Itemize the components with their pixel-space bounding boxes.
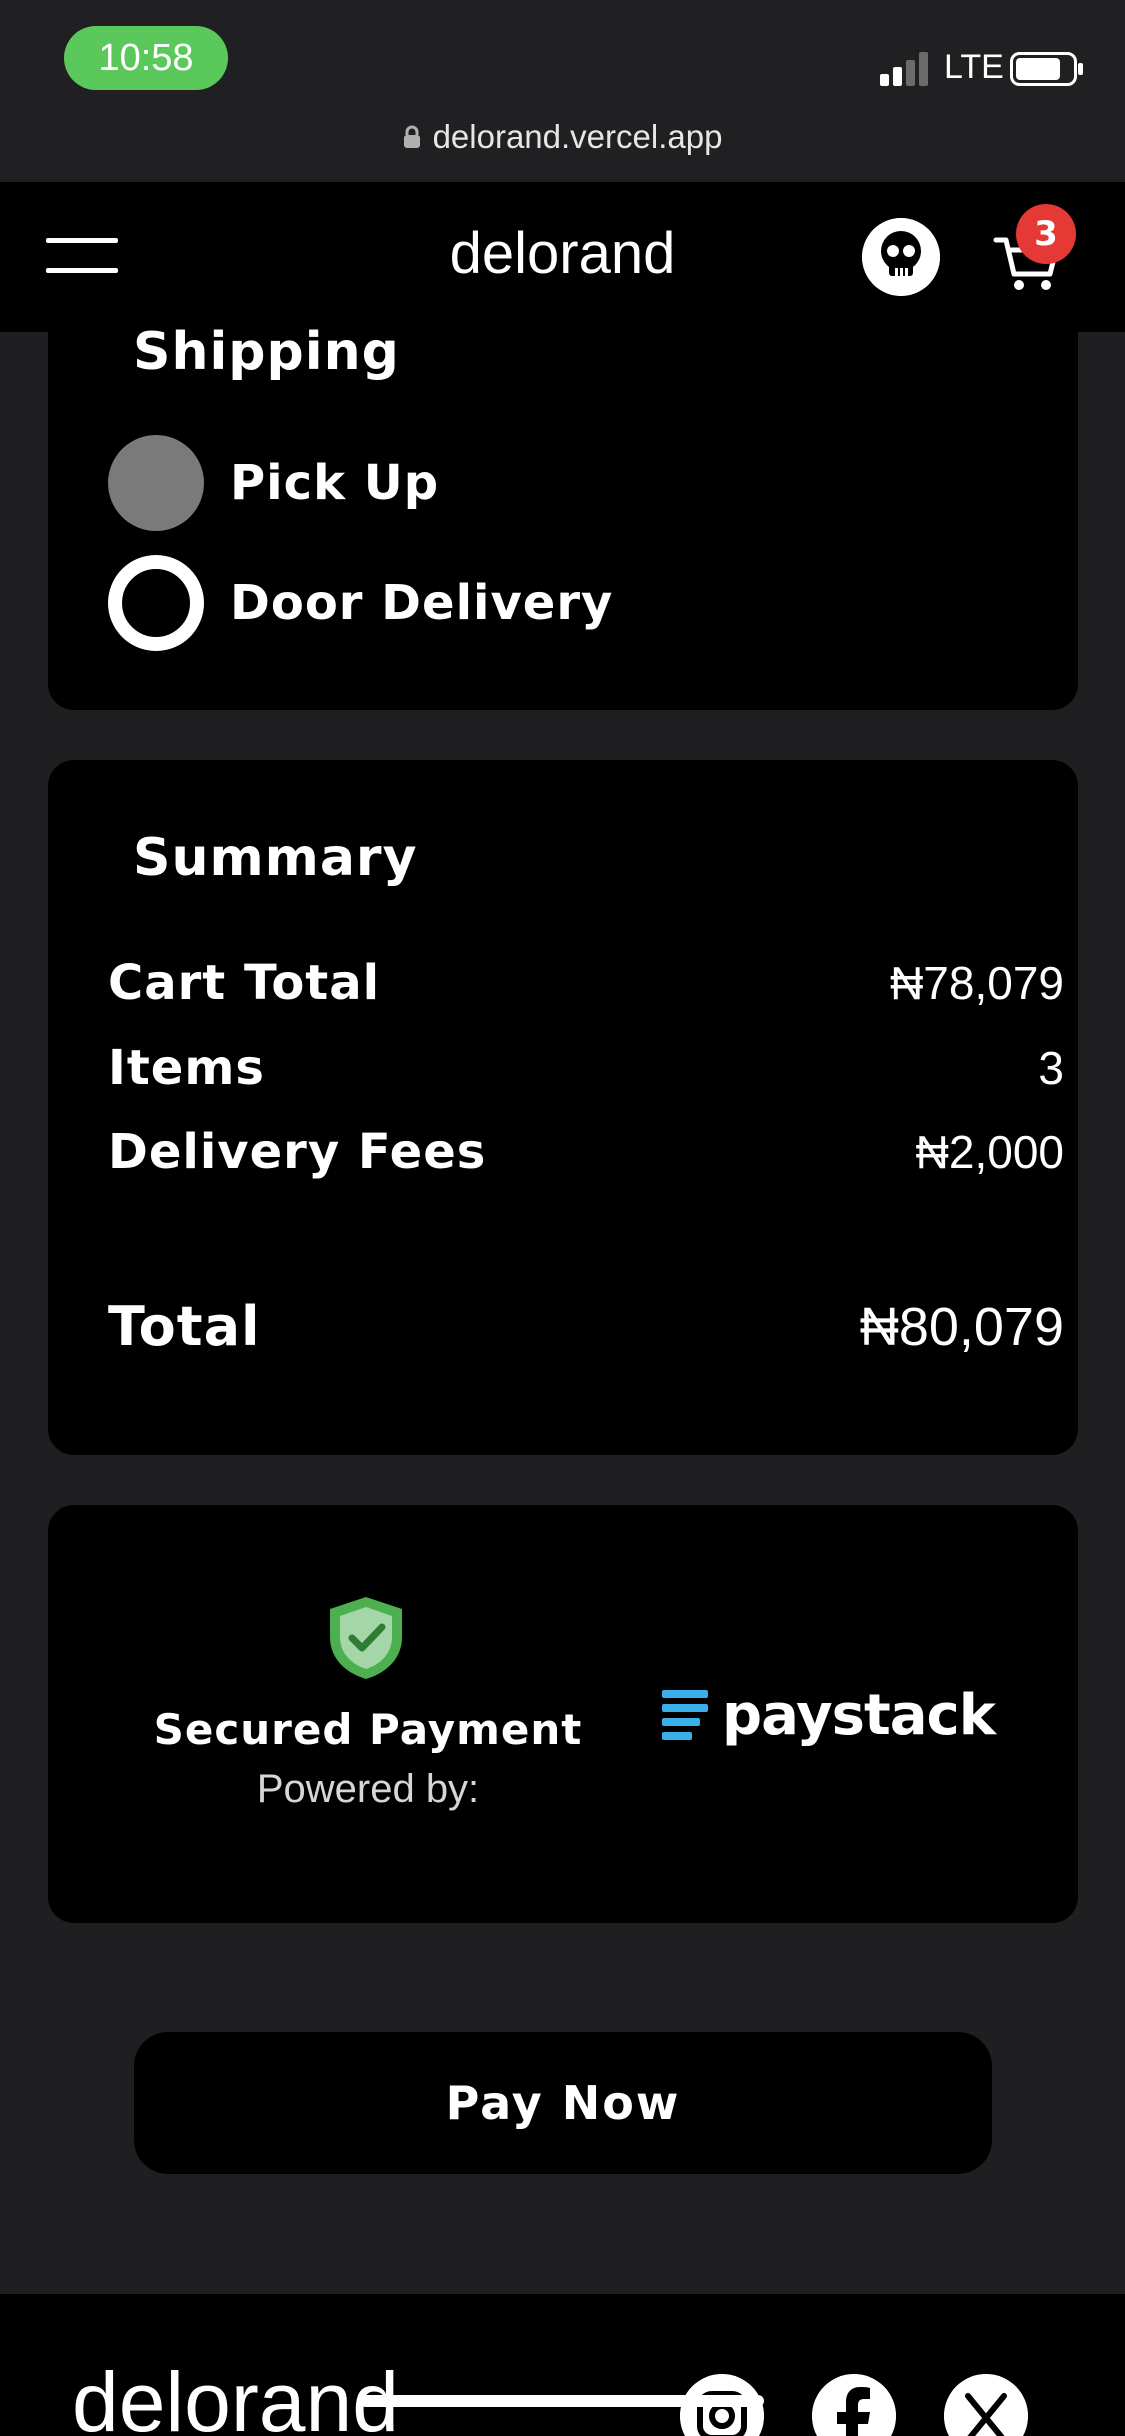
secured-payment-label: Secured Payment xyxy=(153,1705,583,1754)
footer: delorand xyxy=(0,2294,1125,2436)
powered-by-label: Powered by: xyxy=(256,1767,480,1811)
shipping-option-label: Pick Up xyxy=(230,455,440,511)
pay-now-button[interactable]: Pay Now xyxy=(134,2032,992,2174)
paystack-mark-icon xyxy=(662,1689,708,1740)
radio-unselected-icon[interactable] xyxy=(108,555,204,651)
address-bar[interactable]: delorand.vercel.app xyxy=(0,112,1125,162)
shipping-option-door-delivery[interactable]: Door Delivery xyxy=(108,555,613,651)
x-icon[interactable] xyxy=(944,2374,1028,2436)
status-time: 10:58 xyxy=(64,26,228,90)
summary-value: 3 xyxy=(1038,1042,1064,1094)
battery-icon xyxy=(1010,52,1083,86)
shield-check-icon xyxy=(330,1597,402,1679)
paystack-logo: paystack xyxy=(662,1683,996,1748)
total-value: ₦80,079 xyxy=(859,1296,1064,1357)
brand-logo[interactable]: delorand xyxy=(0,220,1125,287)
network-type: LTE xyxy=(944,48,1004,86)
summary-row-items: Items 3 xyxy=(108,1040,1064,1096)
status-bar: 10:58 LTE delorand.vercel.app xyxy=(0,0,1125,180)
url-text: delorand.vercel.app xyxy=(432,118,723,155)
summary-label: Cart Total xyxy=(108,955,381,1011)
total-label: Total xyxy=(108,1295,261,1358)
paystack-wordmark: paystack xyxy=(722,1683,996,1748)
summary-row-total: Total ₦80,079 xyxy=(108,1295,1064,1358)
summary-row-delivery-fees: Delivery Fees ₦2,000 xyxy=(108,1124,1064,1180)
summary-label: Items xyxy=(108,1040,265,1096)
skull-avatar-icon[interactable] xyxy=(862,218,940,296)
summary-label: Delivery Fees xyxy=(108,1124,487,1180)
summary-value: ₦78,079 xyxy=(890,957,1064,1009)
cart-count-badge: 3 xyxy=(1016,204,1076,264)
home-indicator xyxy=(360,2395,764,2407)
payment-info-card: Secured Payment Powered by: paystack xyxy=(48,1505,1078,1923)
signal-icon xyxy=(880,52,928,86)
facebook-icon[interactable] xyxy=(812,2374,896,2436)
shipping-option-label: Door Delivery xyxy=(230,575,614,631)
summary-row-cart-total: Cart Total ₦78,079 xyxy=(108,955,1064,1011)
summary-card: Summary Cart Total ₦78,079 Items 3 Deliv… xyxy=(48,760,1078,1455)
shipping-title: Shipping xyxy=(133,322,400,382)
menu-icon[interactable] xyxy=(46,238,118,276)
footer-brand[interactable]: delorand xyxy=(72,2354,399,2436)
radio-selected-icon[interactable] xyxy=(108,435,204,531)
shipping-option-pickup[interactable]: Pick Up xyxy=(108,435,439,531)
lock-icon xyxy=(403,125,420,148)
shipping-card: Shipping Pick Up Door Delivery xyxy=(48,300,1078,710)
summary-value: ₦2,000 xyxy=(915,1126,1064,1178)
summary-title: Summary xyxy=(133,828,418,888)
